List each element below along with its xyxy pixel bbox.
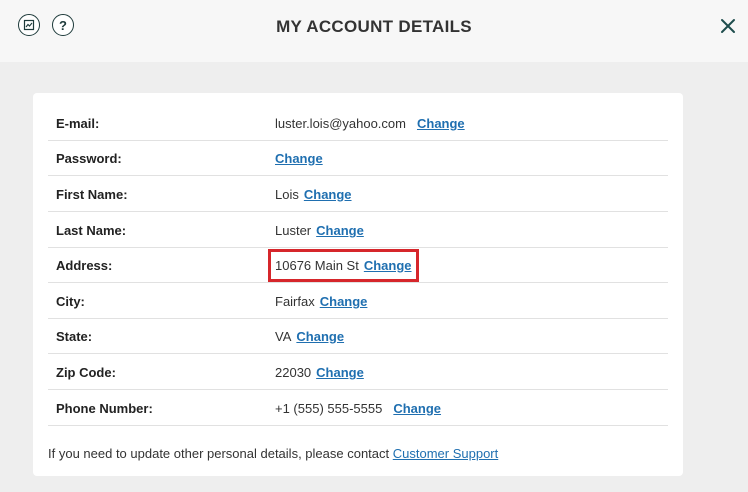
city-value: Fairfax bbox=[275, 294, 315, 309]
zip-code-label: Zip Code: bbox=[56, 365, 116, 380]
customer-support-link[interactable]: Customer Support bbox=[393, 446, 499, 461]
page-title: MY ACCOUNT DETAILS bbox=[276, 17, 472, 36]
last-name-row: Last Name: Luster Change bbox=[48, 213, 668, 248]
password-row: Password: Change bbox=[48, 141, 668, 176]
change-address-link[interactable]: Change bbox=[364, 258, 412, 273]
state-value-group: VA Change bbox=[275, 319, 344, 354]
close-icon[interactable] bbox=[718, 16, 738, 36]
first-name-row: First Name: Lois Change bbox=[48, 177, 668, 212]
change-last-name-link[interactable]: Change bbox=[316, 223, 364, 238]
last-name-value-group: Luster Change bbox=[275, 213, 364, 248]
first-name-value: Lois bbox=[275, 187, 299, 202]
first-name-value-group: Lois Change bbox=[275, 177, 352, 212]
first-name-label: First Name: bbox=[56, 187, 128, 202]
state-row: State: VA Change bbox=[48, 319, 668, 354]
address-label: Address: bbox=[56, 258, 113, 273]
email-row: E-mail: luster.lois@yahoo.com Change bbox=[48, 106, 668, 141]
change-email-link[interactable]: Change bbox=[417, 116, 465, 131]
email-value: luster.lois@yahoo.com bbox=[275, 116, 406, 131]
zip-code-value-group: 22030 Change bbox=[275, 355, 364, 390]
change-phone-number-link[interactable]: Change bbox=[393, 401, 441, 416]
address-value: 10676 Main St bbox=[275, 258, 359, 273]
phone-number-label: Phone Number: bbox=[56, 401, 153, 416]
support-note-text: If you need to update other personal det… bbox=[48, 446, 390, 461]
email-value-group: luster.lois@yahoo.com Change bbox=[275, 106, 465, 141]
phone-number-value-group: +1 (555) 555-5555 Change bbox=[275, 391, 441, 426]
last-name-label: Last Name: bbox=[56, 223, 127, 238]
city-label: City: bbox=[56, 294, 85, 309]
zip-code-value: 22030 bbox=[275, 365, 312, 380]
zip-code-row: Zip Code: 22030 Change bbox=[48, 355, 668, 390]
city-value-group: Fairfax Change bbox=[275, 284, 367, 319]
state-label: State: bbox=[56, 329, 93, 344]
phone-number-value: +1 (555) 555-5555 bbox=[275, 401, 383, 416]
password-value-group: Change bbox=[275, 141, 323, 176]
phone-number-row: Phone Number: +1 (555) 555-5555 Change bbox=[48, 391, 668, 426]
support-note: If you need to update other personal det… bbox=[48, 446, 498, 461]
email-label: E-mail: bbox=[56, 116, 100, 131]
change-password-link[interactable]: Change bbox=[275, 151, 323, 166]
header-bar: ? MY ACCOUNT DETAILS bbox=[0, 0, 748, 62]
change-state-link[interactable]: Change bbox=[296, 329, 344, 344]
change-zip-code-link[interactable]: Change bbox=[316, 365, 364, 380]
address-row: Address: 10676 Main St Change bbox=[48, 248, 668, 283]
change-first-name-link[interactable]: Change bbox=[304, 187, 352, 202]
address-value-group: 10676 Main St Change bbox=[275, 248, 412, 283]
state-value: VA bbox=[275, 329, 292, 344]
change-city-link[interactable]: Change bbox=[320, 294, 368, 309]
city-row: City: Fairfax Change bbox=[48, 284, 668, 319]
password-label: Password: bbox=[56, 151, 122, 166]
last-name-value: Luster bbox=[275, 223, 312, 238]
account-details-card: E-mail: luster.lois@yahoo.com Change Pass… bbox=[33, 93, 683, 476]
